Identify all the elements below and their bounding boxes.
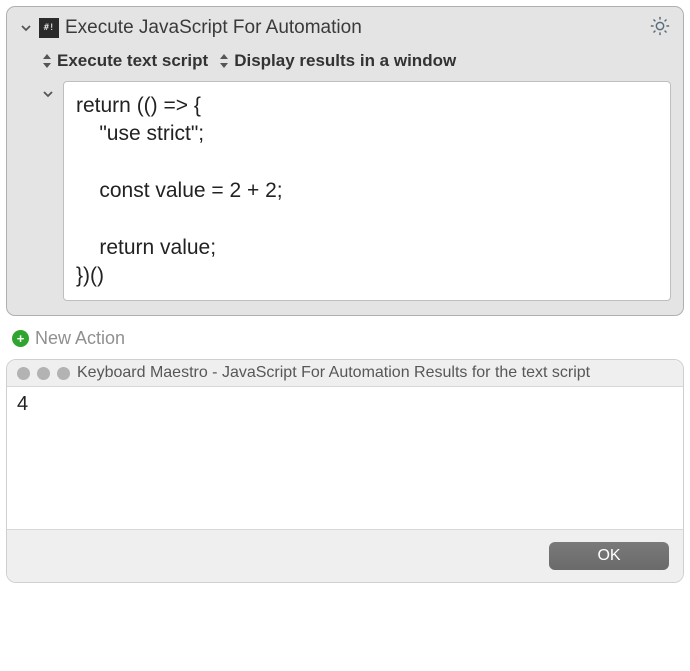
updown-icon xyxy=(218,53,230,69)
options-row: Execute text script Display results in a… xyxy=(41,51,671,71)
ok-button[interactable]: OK xyxy=(549,542,669,570)
result-output: 4 xyxy=(7,387,683,529)
result-footer: OK xyxy=(7,529,683,582)
result-window: Keyboard Maestro - JavaScript For Automa… xyxy=(6,359,684,583)
titlebar: Keyboard Maestro - JavaScript For Automa… xyxy=(7,360,683,387)
window-title: Keyboard Maestro - JavaScript For Automa… xyxy=(77,364,673,382)
action-card: #! Execute JavaScript For Automation Exe… xyxy=(6,6,684,316)
gear-icon[interactable] xyxy=(649,15,671,37)
script-row: return (() => { "use strict"; const valu… xyxy=(41,81,671,301)
result-target-label: Display results in a window xyxy=(234,51,456,71)
plus-icon: + xyxy=(12,330,29,347)
action-header: #! Execute JavaScript For Automation xyxy=(19,17,671,39)
collapse-chevron-icon[interactable] xyxy=(19,21,33,35)
action-title: Execute JavaScript For Automation xyxy=(65,17,362,39)
script-collapse-chevron-icon[interactable] xyxy=(41,87,55,101)
zoom-traffic-light-icon[interactable] xyxy=(57,367,70,380)
new-action-button[interactable]: + New Action xyxy=(12,328,684,349)
script-app-icon: #! xyxy=(39,18,59,38)
script-textarea[interactable]: return (() => { "use strict"; const valu… xyxy=(63,81,671,301)
result-target-dropdown[interactable]: Display results in a window xyxy=(218,51,456,71)
close-traffic-light-icon[interactable] xyxy=(17,367,30,380)
script-app-icon-glyph: #! xyxy=(44,23,55,33)
script-source-dropdown[interactable]: Execute text script xyxy=(41,51,208,71)
minimize-traffic-light-icon[interactable] xyxy=(37,367,50,380)
new-action-label: New Action xyxy=(35,328,125,349)
script-source-label: Execute text script xyxy=(57,51,208,71)
updown-icon xyxy=(41,53,53,69)
